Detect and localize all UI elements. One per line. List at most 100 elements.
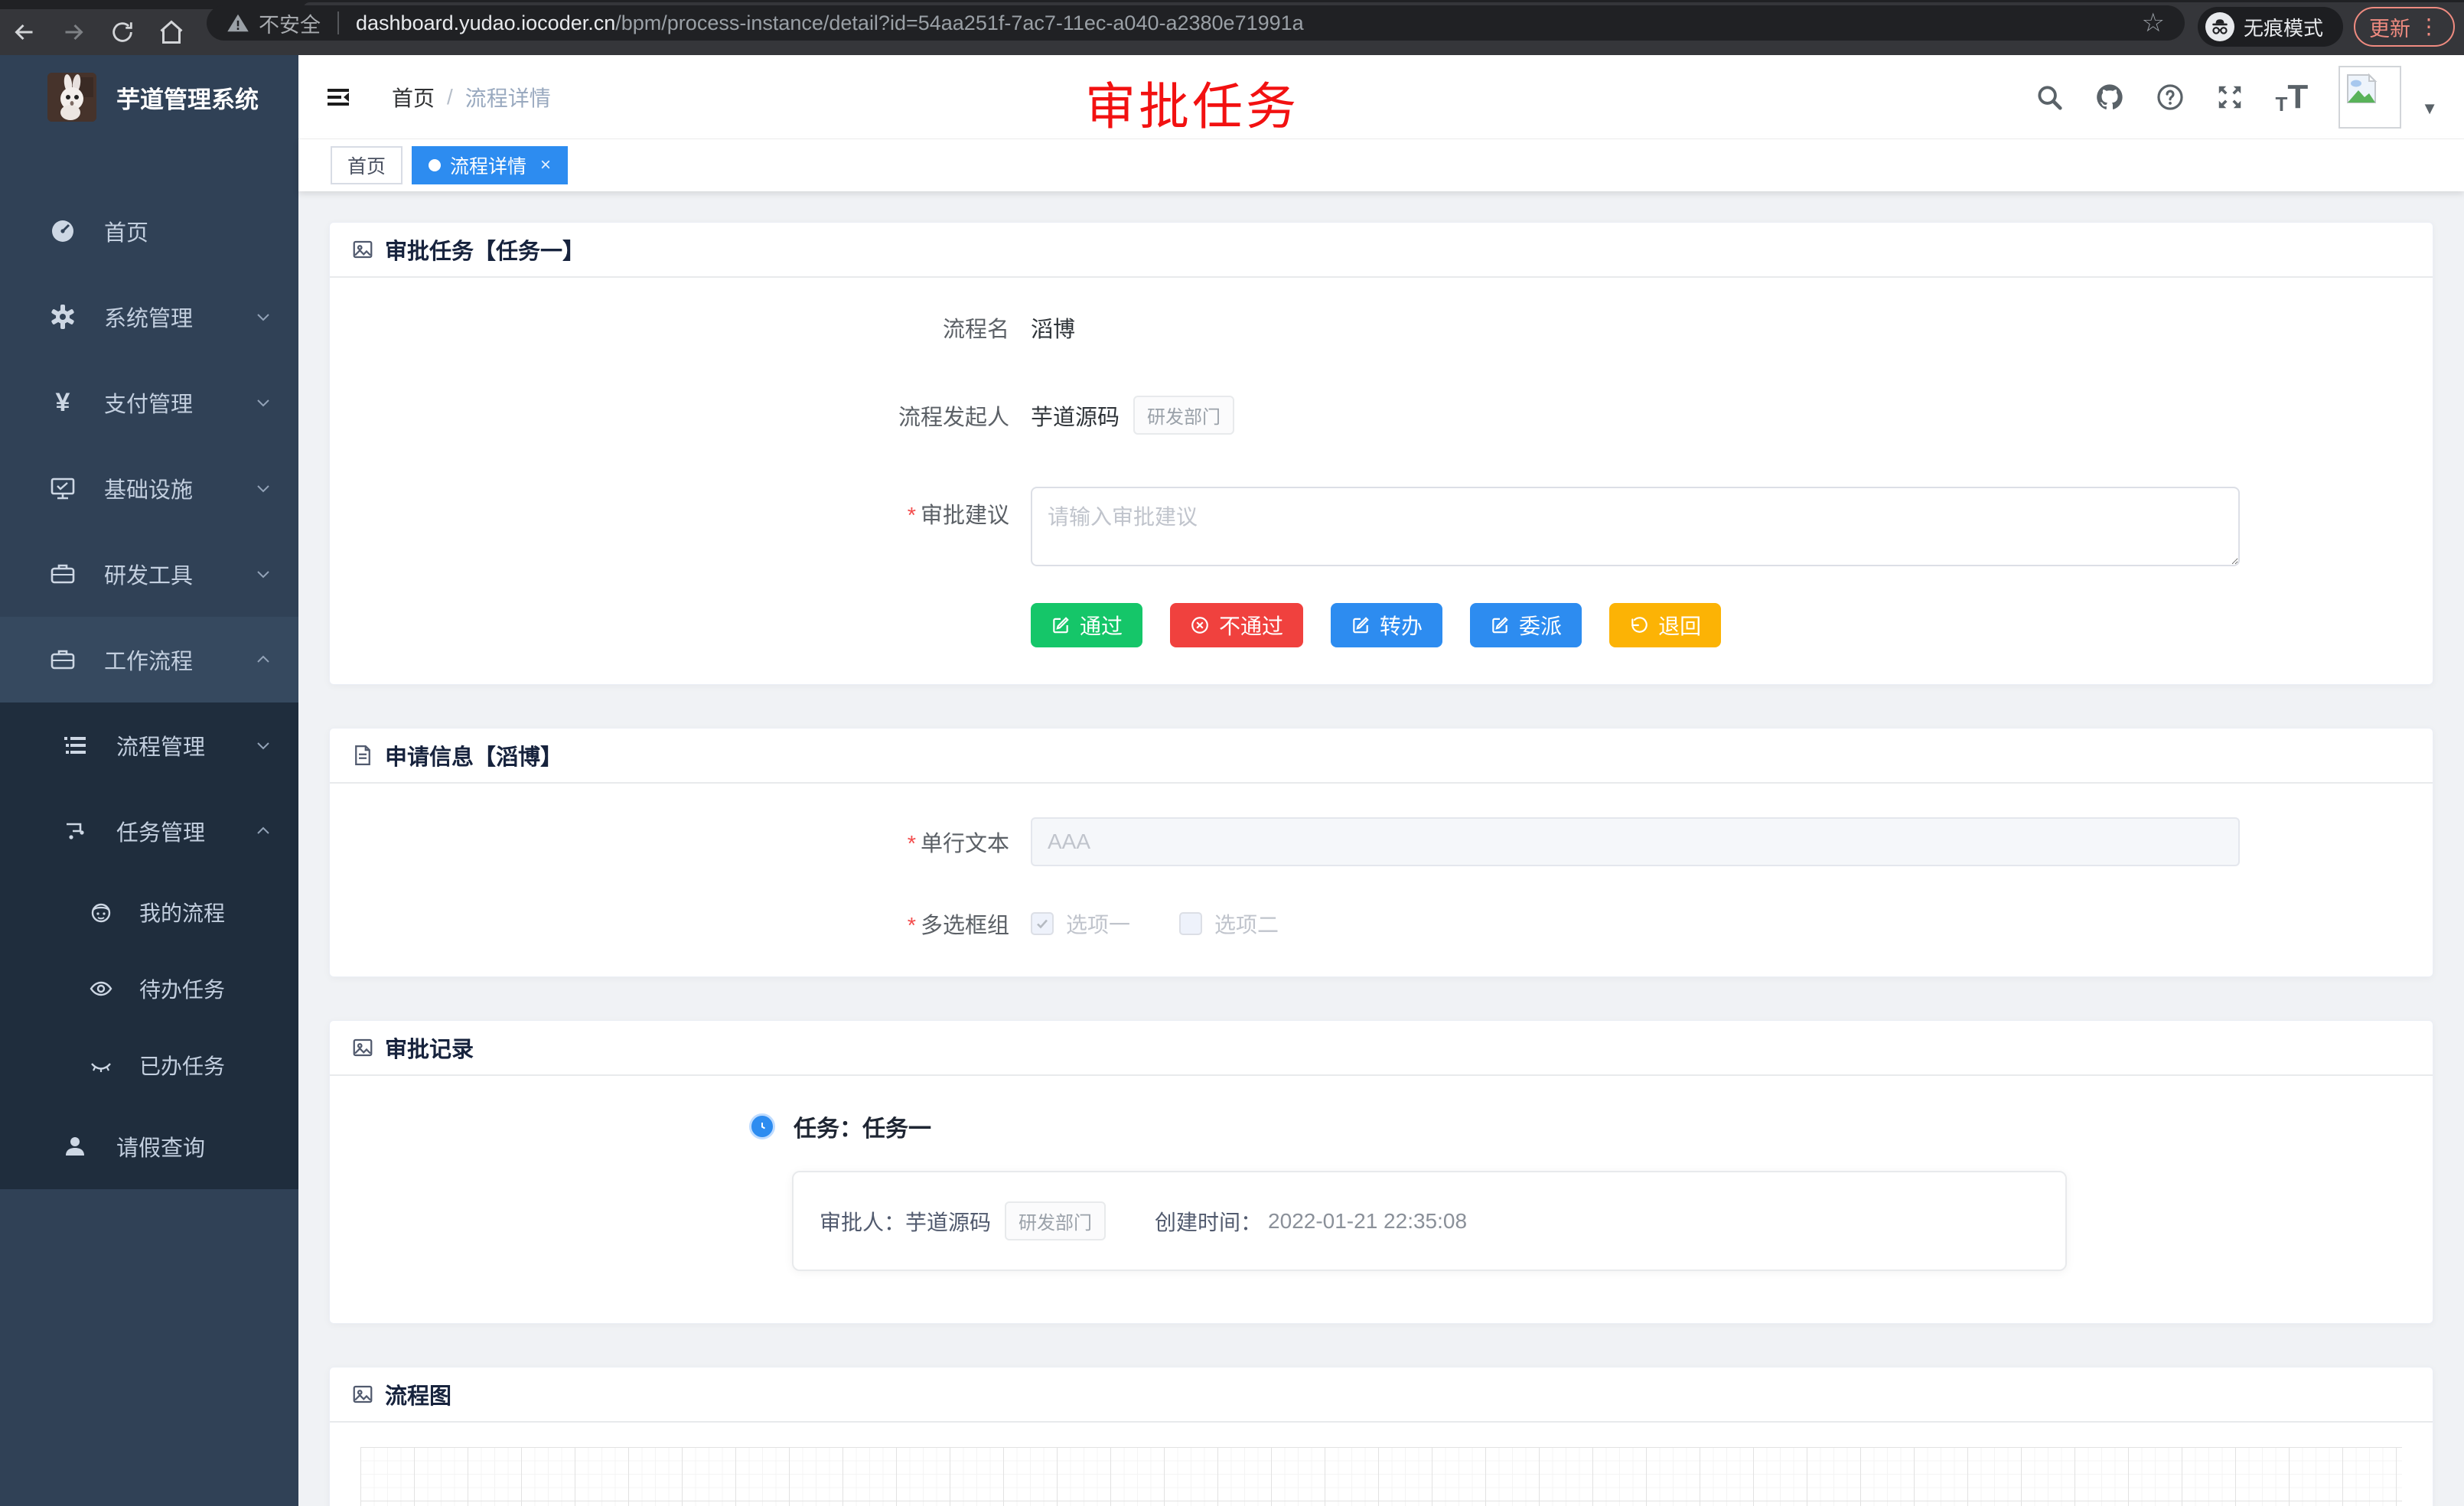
- sidebar-item-label: 工作流程: [104, 644, 193, 676]
- approval-buttons: 通过 不通过 转办 委派: [1031, 603, 2433, 647]
- card-title: 审批任务【任务一】: [385, 233, 585, 266]
- picture-icon: [351, 1036, 374, 1059]
- incognito-icon: [2205, 12, 2234, 41]
- approve-button[interactable]: 通过: [1031, 603, 1142, 647]
- help-icon[interactable]: [2156, 83, 2185, 112]
- suggestion-textarea[interactable]: [1031, 487, 2240, 566]
- dept-tag: 研发部门: [1133, 396, 1234, 435]
- browser-menu-icon[interactable]: ⋮: [2418, 16, 2440, 37]
- app-logo-row[interactable]: 芋道管理系统: [0, 55, 298, 139]
- breadcrumb-home[interactable]: 首页: [392, 82, 435, 112]
- transfer-button[interactable]: 转办: [1331, 603, 1442, 647]
- checkbox-label: 选项一: [1066, 908, 1130, 939]
- main-area: 首页 / 流程详情 审批任务 TT: [298, 55, 2464, 1506]
- field-label: *多选框组: [330, 908, 1031, 940]
- security-chip[interactable]: 不安全: [227, 8, 321, 38]
- single-line-text-input: [1031, 817, 2240, 866]
- return-button[interactable]: 退回: [1609, 603, 1721, 647]
- sidebar-item-my-process[interactable]: 我的流程: [0, 874, 298, 950]
- fullscreen-icon[interactable]: [2215, 83, 2244, 112]
- picture-icon: [351, 1383, 374, 1406]
- card-header: 审批任务【任务一】: [330, 223, 2433, 278]
- chevron-up-icon: [254, 822, 272, 840]
- field-label: *单行文本: [330, 826, 1031, 858]
- approver-value: 芋道源码: [905, 1206, 991, 1237]
- bookmark-star-icon[interactable]: ☆: [2142, 10, 2165, 36]
- face-icon: [86, 900, 116, 924]
- required-asterisk: *: [908, 914, 916, 938]
- required-asterisk: *: [908, 504, 916, 528]
- form-row-text: *单行文本: [330, 817, 2433, 866]
- form-row-initiator: 流程发起人 芋道源码 研发部门: [330, 396, 2433, 435]
- sidebar-collapse-icon[interactable]: [323, 82, 354, 112]
- close-icon[interactable]: ×: [540, 155, 551, 176]
- sidebar-item-payment[interactable]: ¥ 支付管理: [0, 360, 298, 445]
- eye-icon: [86, 976, 116, 1001]
- back-button[interactable]: [0, 15, 49, 49]
- sidebar-item-devtools[interactable]: 研发工具: [0, 531, 298, 617]
- incognito-badge: 无痕模式: [2198, 7, 2343, 47]
- url-bar[interactable]: 不安全 dashboard.yudao.iocoder.cn/bpm/proce…: [207, 5, 2185, 41]
- github-icon[interactable]: [2094, 82, 2125, 112]
- sidebar-item-process-mgmt[interactable]: 流程管理: [0, 702, 298, 788]
- workflow-route-icon: [60, 818, 90, 844]
- browser-update-button[interactable]: 更新 ⋮: [2354, 7, 2455, 47]
- approval-records-card: 审批记录 任务：任务一 审批人： 芋道源码 研发部门 创建时间： 202: [329, 1020, 2433, 1324]
- warning-icon: [227, 11, 249, 34]
- sidebar-item-leave-query[interactable]: 请假查询: [0, 1103, 298, 1189]
- toolbox-icon: [47, 646, 78, 673]
- sidebar-item-label: 我的流程: [139, 897, 225, 927]
- incognito-label: 无痕模式: [2244, 13, 2323, 41]
- tag-label: 流程详情: [450, 152, 526, 179]
- sidebar-item-task-mgmt[interactable]: 任务管理: [0, 788, 298, 874]
- forward-button[interactable]: [49, 15, 98, 49]
- sidebar-item-infra[interactable]: 基础设施: [0, 445, 298, 531]
- home-button[interactable]: [147, 15, 196, 49]
- search-icon[interactable]: [2035, 83, 2064, 112]
- sidebar-item-label: 请假查询: [116, 1130, 205, 1162]
- card-title: 申请信息【滔博】: [385, 739, 562, 771]
- sidebar-item-label: 研发工具: [104, 558, 193, 590]
- browser-chrome: 不安全 dashboard.yudao.iocoder.cn/bpm/proce…: [0, 0, 2464, 55]
- delegate-button[interactable]: 委派: [1470, 603, 1582, 647]
- sidebar-item-home[interactable]: 首页: [0, 188, 298, 274]
- sidebar: 芋道管理系统 首页 系统管理 ¥ 支付管理: [0, 55, 298, 1506]
- checkbox-option-2: 选项二: [1179, 908, 1279, 939]
- tag-home[interactable]: 首页: [331, 146, 403, 184]
- create-time-label: 创建时间：: [1155, 1206, 1262, 1237]
- tag-label: 首页: [347, 152, 386, 179]
- active-dot: [429, 159, 441, 171]
- field-label: 流程名: [330, 311, 1031, 344]
- card-header: 申请信息【滔博】: [330, 729, 2433, 784]
- create-time-value: 2022-01-21 22:35:08: [1268, 1209, 1467, 1234]
- breadcrumb: 首页 / 流程详情: [392, 82, 551, 112]
- dept-tag: 研发部门: [1005, 1201, 1106, 1240]
- tag-process-detail[interactable]: 流程详情 ×: [412, 146, 568, 184]
- task-title: 任务：任务一: [794, 1110, 931, 1143]
- reject-button[interactable]: 不通过: [1170, 603, 1303, 647]
- record-detail-box: 审批人： 芋道源码 研发部门 创建时间： 2022-01-21 22:35:08: [792, 1171, 2067, 1271]
- refresh-button[interactable]: [98, 15, 147, 49]
- sidebar-item-label: 任务管理: [116, 815, 205, 847]
- avatar-caret-icon[interactable]: ▼: [2421, 99, 2438, 119]
- initiator-value: 芋道源码 研发部门: [1031, 396, 1234, 435]
- sidebar-item-label: 流程管理: [116, 729, 205, 761]
- form-row-checkboxes: *多选框组 选项一 选项二: [330, 908, 2433, 940]
- page-content: 审批任务【任务一】 流程名 滔博 流程发起人 芋道源码 研发部门: [298, 191, 2464, 1506]
- required-asterisk: *: [908, 832, 916, 856]
- sidebar-item-todo-task[interactable]: 待办任务: [0, 950, 298, 1027]
- checkbox-checked-icon: [1031, 912, 1054, 935]
- font-size-icon[interactable]: TT: [2275, 78, 2308, 116]
- card-title: 流程图: [385, 1378, 451, 1410]
- sidebar-item-system[interactable]: 系统管理: [0, 274, 298, 360]
- url-text: dashboard.yudao.iocoder.cn/bpm/process-i…: [356, 11, 1304, 35]
- sidebar-item-workflow[interactable]: 工作流程: [0, 617, 298, 702]
- avatar[interactable]: [2339, 66, 2401, 129]
- omnibox-divider: [337, 11, 339, 34]
- checkbox-unchecked-icon: [1179, 912, 1202, 935]
- sidebar-item-done-task[interactable]: 已办任务: [0, 1027, 298, 1103]
- bpmn-canvas[interactable]: [360, 1447, 2402, 1506]
- eye-closed-icon: [86, 1053, 116, 1077]
- security-label: 不安全: [259, 8, 321, 38]
- application-info-card: 申请信息【滔博】 *单行文本 *多选框组: [329, 728, 2433, 977]
